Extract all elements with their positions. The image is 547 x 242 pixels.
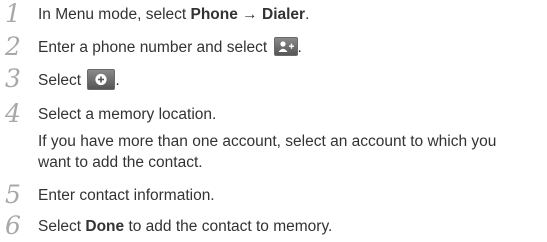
step-note: If you have more than one account, selec… bbox=[38, 131, 547, 173]
step-text: Select . bbox=[38, 69, 547, 91]
step-text-main: Enter a phone number and select bbox=[38, 39, 272, 56]
step-number: 2 bbox=[5, 32, 21, 61]
step-text-suffix: . bbox=[305, 6, 310, 23]
step-number: 5 bbox=[5, 180, 21, 209]
menu-dialer: Dialer bbox=[262, 6, 306, 23]
step-text-suffix: to add the contact to memory. bbox=[124, 218, 333, 235]
step-text: In Menu mode, select Phone → Dialer. bbox=[38, 4, 547, 25]
step-text: Select a memory location. bbox=[38, 106, 217, 123]
step-text: Enter contact information. bbox=[38, 187, 215, 204]
step-number: 6 bbox=[5, 211, 21, 240]
arrow-separator: → bbox=[237, 6, 262, 23]
step-note-line: If you have more than one account, selec… bbox=[38, 133, 497, 150]
step-number: 1 bbox=[5, 0, 21, 28]
instruction-steps: 1 In Menu mode, select Phone → Dialer. 2… bbox=[0, 0, 547, 242]
step-text-suffix: . bbox=[115, 72, 120, 89]
step-text-prefix: In Menu mode, select bbox=[38, 6, 191, 23]
step-text: Select Done to add the contact to memory… bbox=[38, 216, 547, 237]
plus-circle-icon bbox=[87, 69, 116, 90]
step-text-prefix: Select bbox=[38, 218, 86, 235]
step-text-main: Select bbox=[38, 72, 86, 89]
add-contact-icon bbox=[273, 37, 298, 56]
step-note-line: want to add the contact. bbox=[38, 154, 203, 171]
done-label: Done bbox=[85, 218, 125, 235]
step-number: 4 bbox=[5, 99, 21, 128]
step-number: 3 bbox=[5, 64, 21, 93]
step-text: Enter a phone number and select . bbox=[38, 37, 547, 58]
step-text-suffix: . bbox=[297, 39, 302, 56]
menu-phone: Phone bbox=[190, 6, 238, 23]
